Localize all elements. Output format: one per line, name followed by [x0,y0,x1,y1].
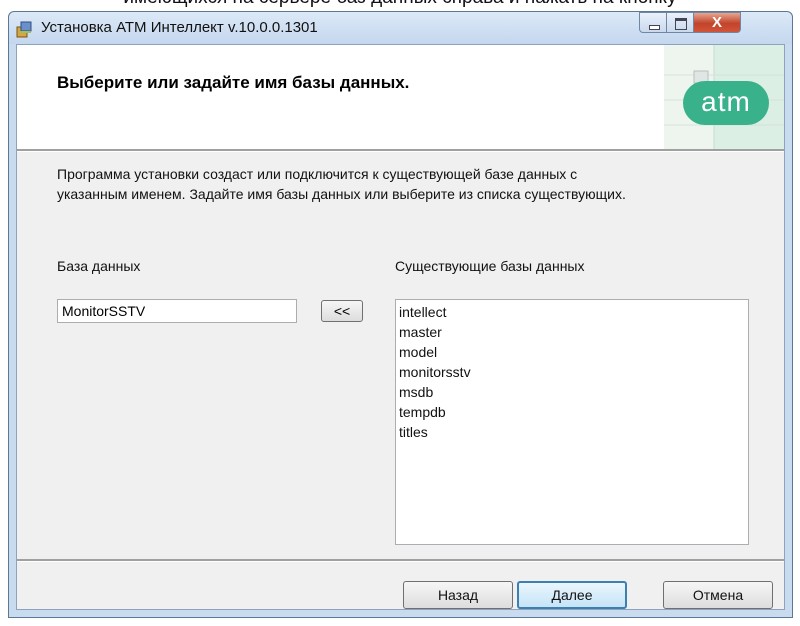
minimize-button[interactable] [639,12,667,33]
installer-window: Установка АТМ Интеллект v.10.0.0.1301 X … [8,11,793,618]
page-heading: Выберите или задайте имя базы данных. [57,73,410,92]
banner-divider [17,149,784,152]
existing-databases-list[interactable]: intellect master model monitorsstv msdb … [395,299,749,545]
list-item[interactable]: master [399,322,745,342]
list-item[interactable]: titles [399,422,745,442]
window-title: Установка АТМ Интеллект v.10.0.0.1301 [41,19,318,36]
cancel-button[interactable]: Отмена [663,581,773,609]
description-line-1: Программа установки создаст или подключи… [57,166,578,182]
installer-icon [16,21,32,38]
footer-divider [17,559,784,562]
select-database-button[interactable]: << [321,300,363,322]
list-item[interactable]: model [399,342,745,362]
list-item[interactable]: intellect [399,302,745,322]
document-caption: имеющихся на сервере баз данных справа и… [0,0,800,9]
close-icon: X [711,14,722,31]
database-name-input[interactable] [57,299,297,323]
list-item[interactable]: msdb [399,382,745,402]
description-text: Программа установки создаст или подключи… [57,164,757,204]
back-button[interactable]: Назад [403,581,513,609]
description-line-2: указанным именем. Задайте имя базы данны… [57,186,626,202]
dialog-client: Выберите или задайте имя базы данных. at… [16,44,785,610]
database-label: База данных [57,258,141,274]
existing-databases-label: Существующие базы данных [395,258,585,274]
title-bar[interactable]: Установка АТМ Интеллект v.10.0.0.1301 X [9,12,792,44]
list-item[interactable]: tempdb [399,402,745,422]
header-banner: Выберите или задайте имя базы данных. at… [17,45,784,149]
atm-logo: atm [683,81,769,125]
list-item[interactable]: monitorsstv [399,362,745,382]
close-button[interactable]: X [693,12,741,33]
next-button[interactable]: Далее [517,581,627,609]
maximize-button[interactable] [666,12,694,33]
